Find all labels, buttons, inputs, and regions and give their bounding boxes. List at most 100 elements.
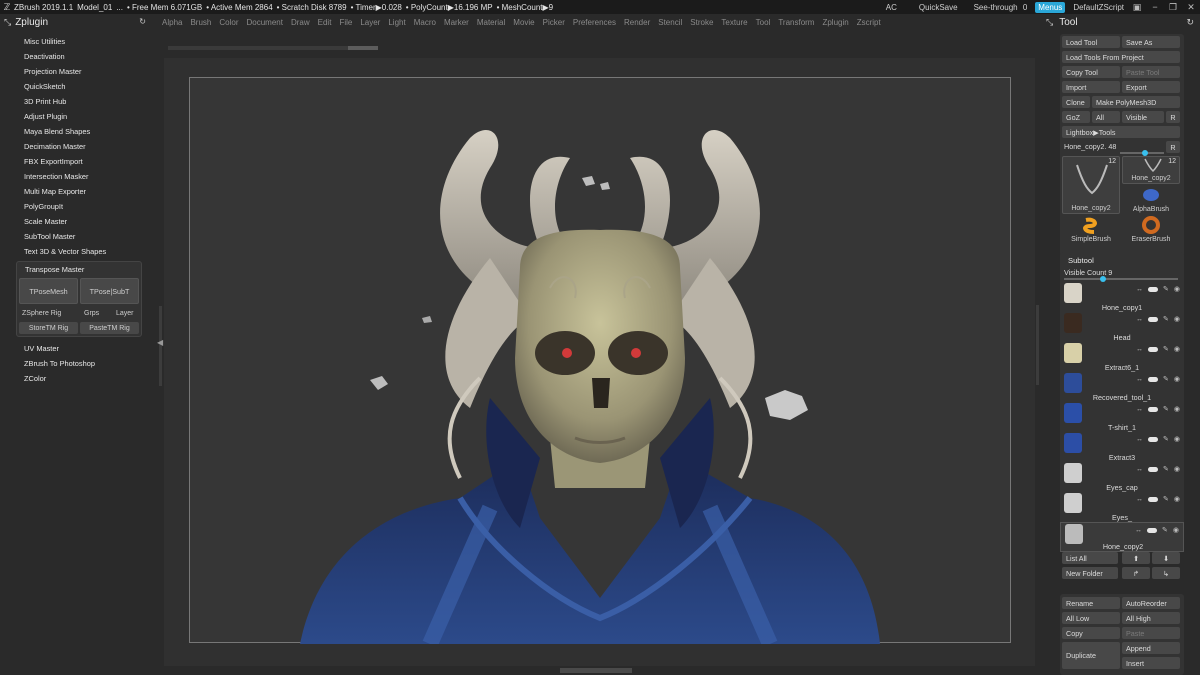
eye-icon[interactable]: ◉ [1174, 435, 1180, 443]
paste-button[interactable]: Paste [1122, 627, 1180, 639]
polypaint-icon[interactable]: ↔ [1136, 376, 1143, 383]
eye-icon[interactable]: ◉ [1173, 526, 1179, 534]
tool-thumb-alphabrush[interactable]: AlphaBrush [1122, 186, 1180, 214]
right-scrollbar[interactable] [1036, 305, 1039, 385]
eye-icon[interactable]: ◉ [1174, 285, 1180, 293]
new-folder-button[interactable]: New Folder [1062, 567, 1118, 579]
goz-all-button[interactable]: All [1092, 111, 1120, 123]
plugin-item-intersection-masker[interactable]: Intersection Masker [14, 169, 144, 184]
copy-button[interactable]: Copy [1062, 627, 1120, 639]
lightbox-tools-button[interactable]: Lightbox▶Tools [1062, 126, 1180, 138]
brush-icon[interactable]: ✎ [1163, 495, 1169, 503]
plugin-item-maya-blend-shapes[interactable]: Maya Blend Shapes [14, 124, 144, 139]
subtool-row[interactable]: ↔ ✎ ◉ Recovered_tool_1 [1060, 372, 1184, 402]
polypaint-icon[interactable]: ↔ [1136, 436, 1143, 443]
close-icon[interactable]: ✕ [1186, 2, 1196, 12]
window-icon[interactable]: ▣ [1132, 2, 1142, 12]
menu-picker[interactable]: Picker [543, 18, 565, 27]
tposemesh-button[interactable]: TPoseMesh [19, 278, 78, 304]
subtool-toggle[interactable] [1148, 376, 1159, 382]
palette-dock-icon[interactable]: ⤡ [1046, 17, 1053, 28]
plugin-item-projection-master[interactable]: Projection Master [14, 64, 144, 79]
menu-alpha[interactable]: Alpha [162, 18, 182, 27]
menu-marker[interactable]: Marker [444, 18, 469, 27]
make-polymesh3d-button[interactable]: Make PolyMesh3D [1092, 96, 1180, 108]
plugin-item-zbrush-to-photoshop[interactable]: ZBrush To Photoshop [14, 356, 144, 371]
menu-macro[interactable]: Macro [414, 18, 436, 27]
plugin-item-adjust-plugin[interactable]: Adjust Plugin [14, 109, 144, 124]
load-tools-from-project-button[interactable]: Load Tools From Project [1062, 51, 1180, 63]
menu-file[interactable]: File [339, 18, 352, 27]
polypaint-icon[interactable]: ↔ [1136, 316, 1143, 323]
goz-r-button[interactable]: R [1166, 111, 1180, 123]
subtool-toggle[interactable] [1148, 316, 1159, 322]
tool-header[interactable]: ⤡ Tool ↻ [1040, 14, 1200, 30]
subtool-toggle[interactable] [1148, 496, 1159, 502]
copy-tool-button[interactable]: Copy Tool [1062, 66, 1120, 78]
import-button[interactable]: Import [1062, 81, 1120, 93]
all-high-button[interactable]: All High [1122, 612, 1180, 624]
plugin-item-deactivation[interactable]: Deactivation [14, 49, 144, 64]
goz-button[interactable]: GoZ [1062, 111, 1090, 123]
brush-icon[interactable]: ✎ [1163, 405, 1169, 413]
menu-zplugin[interactable]: Zplugin [822, 18, 848, 27]
subtool-row[interactable]: ↔ ✎ ◉ Hone_copy1 [1060, 282, 1184, 312]
subtool-row[interactable]: ↔ ✎ ◉ Head [1060, 312, 1184, 342]
tool-thumb-eraserbrush[interactable]: EraserBrush [1122, 216, 1180, 244]
save-as-button[interactable]: Save As [1122, 36, 1180, 48]
document-canvas[interactable] [189, 77, 1011, 648]
subtool-row[interactable]: ↔ ✎ ◉ Hone_copy2 [1060, 522, 1184, 552]
plugin-item-polygroupit[interactable]: PolyGroupIt [14, 199, 144, 214]
ac-button[interactable]: AC [886, 3, 897, 12]
quicksave-button[interactable]: QuickSave [919, 3, 958, 12]
clone-button[interactable]: Clone [1062, 96, 1090, 108]
subtool-row[interactable]: ↔ ✎ ◉ T-shirt_1 [1060, 402, 1184, 432]
menu-preferences[interactable]: Preferences [573, 18, 616, 27]
move-up-button[interactable]: ⬆ [1122, 552, 1150, 564]
brush-icon[interactable]: ✎ [1163, 345, 1169, 353]
subtool-title[interactable]: Subtool [1068, 256, 1094, 265]
subtool-toggle[interactable] [1148, 406, 1159, 412]
goz-visible-button[interactable]: Visible [1122, 111, 1164, 123]
brush-icon[interactable]: ✎ [1163, 315, 1169, 323]
subtool-toggle[interactable] [1148, 346, 1159, 352]
subtool-row[interactable]: ↔ ✎ ◉ Extract6_1 [1060, 342, 1184, 372]
default-zscript[interactable]: DefaultZScript [1073, 3, 1124, 12]
move-down-button[interactable]: ⬇ [1152, 552, 1180, 564]
see-through-slider[interactable]: See-through 0 [974, 3, 1028, 12]
menu-document[interactable]: Document [247, 18, 283, 27]
palette-dock-icon[interactable]: ⤡ [4, 17, 11, 28]
subtool-toggle[interactable] [1148, 466, 1159, 472]
subtool-row[interactable]: ↔ ✎ ◉ Extract3 [1060, 432, 1184, 462]
left-collapse-icon[interactable]: ◀ [157, 338, 163, 347]
grps-toggle[interactable]: Grps [81, 310, 109, 317]
eye-icon[interactable]: ◉ [1174, 495, 1180, 503]
plugin-item-misc-utilities[interactable]: Misc Utilities [14, 34, 144, 49]
polypaint-icon[interactable]: ↔ [1136, 346, 1143, 353]
menu-brush[interactable]: Brush [190, 18, 211, 27]
menu-layer[interactable]: Layer [360, 18, 380, 27]
polypaint-icon[interactable]: ↔ [1136, 466, 1143, 473]
menu-color[interactable]: Color [219, 18, 238, 27]
tool-thumb-hone-copy2[interactable]: 12 Hone_copy2 [1122, 156, 1180, 184]
menu-material[interactable]: Material [477, 18, 505, 27]
zsphere-rig-toggle[interactable]: ZSphere Rig [19, 310, 77, 317]
append-button[interactable]: Append [1122, 642, 1180, 654]
minimize-icon[interactable]: − [1150, 2, 1160, 12]
all-low-button[interactable]: All Low [1062, 612, 1120, 624]
subtool-toggle[interactable] [1148, 286, 1159, 292]
visible-count-slider[interactable] [1064, 276, 1178, 282]
plugin-item-uv-master[interactable]: UV Master [14, 341, 144, 356]
polypaint-icon[interactable]: ↔ [1136, 406, 1143, 413]
insert-button[interactable]: Insert [1122, 657, 1180, 669]
zplugin-header[interactable]: ⤡ Zplugin ↻ [0, 14, 160, 30]
polypaint-icon[interactable]: ↔ [1135, 527, 1142, 534]
menu-draw[interactable]: Draw [291, 18, 310, 27]
menu-render[interactable]: Render [624, 18, 650, 27]
pastetm-rig-button[interactable]: PasteTM Rig [80, 322, 139, 334]
subtool-toggle[interactable] [1147, 527, 1158, 533]
plugin-item-zcolor[interactable]: ZColor [14, 371, 144, 386]
eye-icon[interactable]: ◉ [1174, 315, 1180, 323]
bottom-scrollbar[interactable] [560, 668, 632, 673]
plugin-item-3d-print-hub[interactable]: 3D Print Hub [14, 94, 144, 109]
